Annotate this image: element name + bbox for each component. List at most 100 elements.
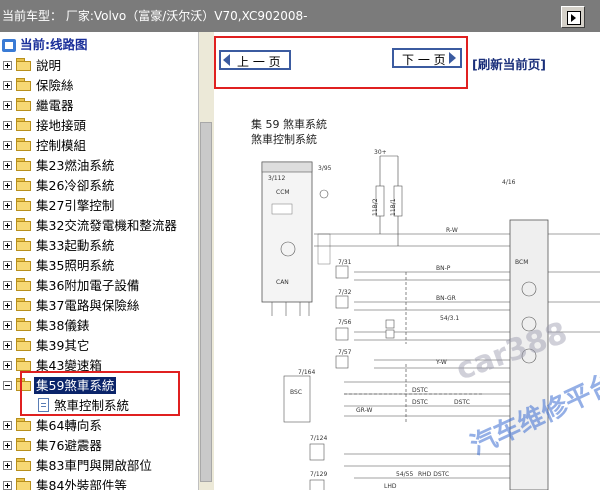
tree-item-label: 集32交流發電機和整流器 (36, 218, 177, 233)
expand-icon[interactable] (3, 421, 12, 430)
svg-text:DSTC: DSTC (412, 387, 428, 394)
collapse-icon[interactable] (3, 381, 12, 390)
folder-icon (16, 278, 32, 292)
svg-text:BSC: BSC (290, 389, 302, 396)
tree-scrollbar[interactable] (198, 32, 214, 490)
svg-text:11B/1: 11B/1 (390, 198, 397, 216)
refresh-page-link[interactable]: [刷新当前页] (472, 54, 546, 73)
content-panel: 上 一 页 下 一 页 [刷新当前页] 集 59 煞車系統 煞車控制系統 3/1… (214, 32, 600, 490)
expand-icon[interactable] (3, 81, 12, 90)
expand-icon[interactable] (3, 281, 12, 290)
folder-icon (16, 458, 32, 472)
folder-icon (16, 258, 32, 272)
folder-icon (16, 118, 32, 132)
folder-icon (16, 478, 32, 490)
folder-icon (16, 138, 32, 152)
svg-text:GR-W: GR-W (356, 407, 372, 414)
folder-icon (16, 338, 32, 352)
tree-item-label: 集26冷卻系統 (36, 178, 115, 193)
expand-icon[interactable] (3, 261, 12, 270)
tree-scrollbar-thumb[interactable] (200, 122, 212, 482)
tree-item-label: 集64轉向系 (36, 418, 102, 433)
svg-text:30+: 30+ (374, 149, 387, 156)
tree-item-label: 說明 (36, 58, 62, 73)
expand-icon[interactable] (3, 481, 12, 490)
folder-icon (16, 198, 32, 212)
tree-item-label: 集84外裝部件等 (36, 478, 127, 490)
svg-text:3/95: 3/95 (318, 165, 332, 172)
diagram-root-icon (2, 39, 16, 52)
expand-icon[interactable] (3, 201, 12, 210)
folder-icon (16, 78, 32, 92)
svg-text:BCM: BCM (515, 259, 528, 266)
window-title: 当前车型： 厂家:Volvo（富豪/沃尔沃）V70,XC902008- (2, 9, 308, 23)
expand-icon[interactable] (3, 461, 12, 470)
folder-icon (16, 438, 32, 452)
folder-icon (16, 298, 32, 312)
tree-item-label: 集39其它 (36, 338, 90, 353)
expand-icon[interactable] (3, 361, 12, 370)
tree-item-label: 集27引擎控制 (36, 198, 115, 213)
expand-icon[interactable] (3, 341, 12, 350)
svg-text:DSTC: DSTC (454, 399, 470, 406)
tree-item-label: 集35照明系統 (36, 258, 115, 273)
tree-item-label: 集76避震器 (36, 438, 102, 453)
svg-text:BN-P: BN-P (436, 265, 451, 272)
expand-icon[interactable] (3, 301, 12, 310)
tree-panel: 当前:线路图 說明 保險絲 繼電器 接地接頭 控制模組 集23燃油系統 集26冷卻系統 集27… (0, 32, 198, 490)
svg-text:4/16: 4/16 (502, 179, 516, 186)
wiring-diagram: 集 59 煞車系統 煞車控制系統 3/112 CCM CAN 3/95 30+ … (214, 94, 600, 490)
svg-text:7/129: 7/129 (310, 471, 327, 478)
expand-icon[interactable] (3, 221, 12, 230)
tree-item-label: 繼電器 (36, 98, 74, 113)
play-arrow-icon (567, 11, 581, 25)
expand-icon[interactable] (3, 441, 12, 450)
svg-text:7/32: 7/32 (338, 289, 352, 296)
svg-text:DSTC: DSTC (412, 399, 428, 406)
folder-icon (16, 158, 32, 172)
svg-text:CCM: CCM (276, 189, 290, 196)
svg-text:54/3.1: 54/3.1 (440, 315, 459, 322)
expand-icon[interactable] (3, 181, 12, 190)
folder-icon (16, 218, 32, 232)
tree-item-label: 集36附加電子設備 (36, 278, 140, 293)
svg-text:LHD: LHD (384, 483, 397, 490)
svg-text:11B/2: 11B/2 (372, 198, 379, 216)
expand-icon[interactable] (3, 161, 12, 170)
tree-item-label: 保險絲 (36, 78, 74, 93)
svg-text:Y-W: Y-W (435, 359, 447, 366)
expand-icon[interactable] (3, 121, 12, 130)
svg-text:3/112: 3/112 (268, 175, 285, 182)
tree-highlight-box (20, 371, 180, 416)
folder-icon (16, 358, 32, 372)
tree-item-label: 集37電路與保險絲 (36, 298, 140, 313)
svg-text:7/31: 7/31 (338, 259, 352, 266)
folder-icon (16, 418, 32, 432)
svg-text:BN-GR: BN-GR (436, 295, 456, 302)
svg-text:7/124: 7/124 (310, 435, 327, 442)
expand-icon[interactable] (3, 101, 12, 110)
tree-root-label: 当前:线路图 (20, 37, 88, 52)
folder-icon (16, 98, 32, 112)
svg-text:7/56: 7/56 (338, 319, 352, 326)
folder-icon (16, 318, 32, 332)
svg-text:CAN: CAN (276, 279, 289, 286)
tree-item-label: 集38儀錶 (36, 318, 90, 333)
svg-text:7/57: 7/57 (338, 349, 352, 356)
expand-icon[interactable] (3, 321, 12, 330)
tree-item-label: 接地接頭 (36, 118, 87, 133)
folder-icon (16, 58, 32, 72)
svg-text:RHD DSTC: RHD DSTC (418, 471, 449, 478)
folder-icon (16, 238, 32, 252)
expand-icon[interactable] (3, 241, 12, 250)
tree-item-label: 控制模組 (36, 138, 87, 153)
svg-text:R-W: R-W (446, 227, 458, 234)
nav-highlight-box (214, 36, 468, 89)
svg-text:54/55: 54/55 (396, 471, 413, 478)
title-bar: 当前车型： 厂家:Volvo（富豪/沃尔沃）V70,XC902008- (0, 0, 600, 32)
expand-icon[interactable] (3, 61, 12, 70)
fullscreen-button[interactable] (561, 6, 585, 28)
svg-text:7/164: 7/164 (298, 369, 315, 376)
expand-icon[interactable] (3, 141, 12, 150)
tree-item-label: 集33起動系統 (36, 238, 115, 253)
